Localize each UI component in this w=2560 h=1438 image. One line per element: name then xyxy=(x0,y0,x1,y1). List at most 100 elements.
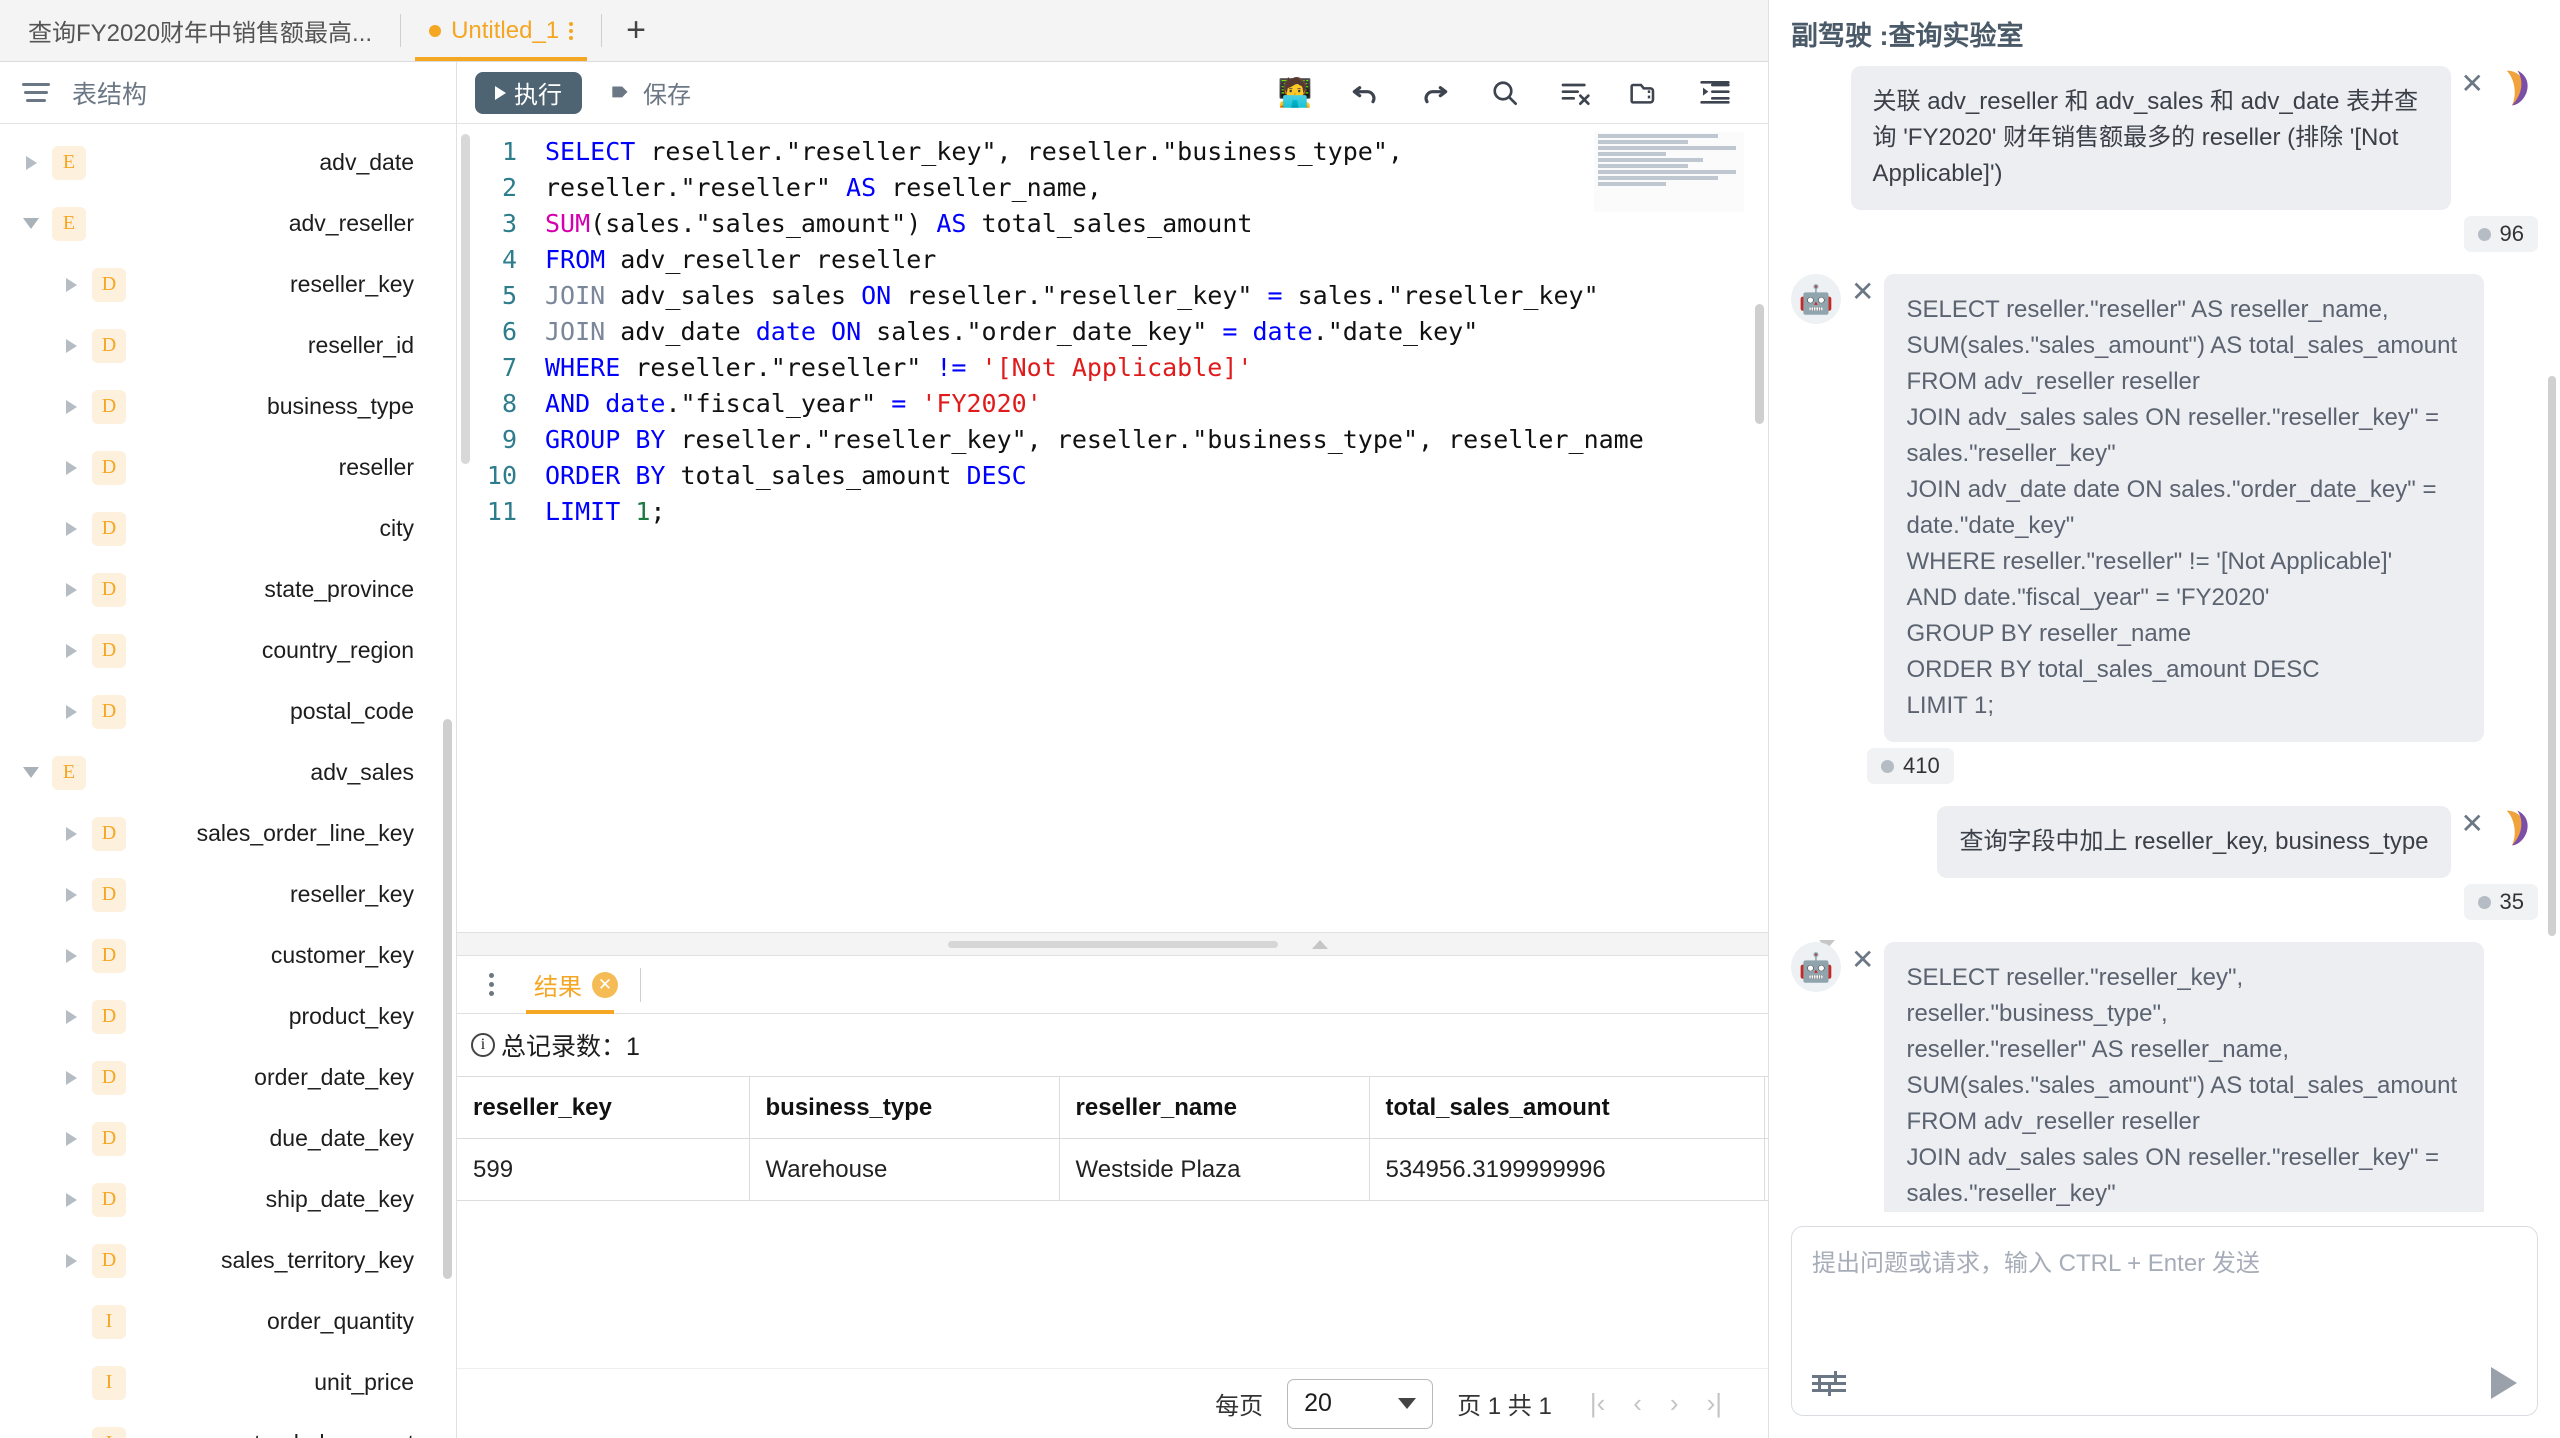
sql-code[interactable]: 1 SELECT reseller."reseller_key", reselle… xyxy=(473,124,1768,932)
tab-untitled-1[interactable]: Untitled_1 xyxy=(401,0,601,61)
undo-icon[interactable] xyxy=(1348,76,1382,110)
chat-message-list[interactable]: 关联 adv_reseller 和 adv_sales 和 adv_date 表… xyxy=(1769,66,2560,1212)
tree-node[interactable]: Dsales_order_line_key xyxy=(0,803,456,864)
chevron-right-icon[interactable] xyxy=(58,1070,84,1085)
tree-node[interactable]: Dbusiness_type xyxy=(0,376,456,437)
chevron-right-icon[interactable] xyxy=(58,826,84,841)
tree-node[interactable]: Dcountry_region xyxy=(0,620,456,681)
sql-editor[interactable]: 1 SELECT reseller."reseller_key", reselle… xyxy=(457,124,1768,932)
settings-sliders-icon[interactable] xyxy=(1812,1370,1846,1396)
chevron-right-icon[interactable] xyxy=(58,521,84,536)
table-cell: Warehouse xyxy=(749,1138,1060,1201)
tree-node[interactable]: Iorder_quantity xyxy=(0,1291,456,1352)
tree-node-label: state_province xyxy=(264,576,414,602)
chevron-right-icon[interactable] xyxy=(58,460,84,475)
tree-node[interactable]: Ddue_date_key xyxy=(0,1108,456,1169)
tab-saved-query[interactable]: 查询FY2020财年中销售额最高... xyxy=(0,0,400,61)
next-page-icon[interactable]: › xyxy=(1670,1388,1679,1419)
collapse-up-icon[interactable] xyxy=(1312,939,1328,949)
editor-vertical-scrollbar[interactable] xyxy=(1755,304,1764,424)
technologist-icon[interactable]: 🧑‍💻 xyxy=(1278,76,1313,110)
editor-column: 执行 保存 🧑‍💻 xyxy=(457,62,2226,1438)
hamburger-icon[interactable] xyxy=(22,83,50,102)
tree-node[interactable]: Dcustomer_key xyxy=(0,925,456,986)
close-icon[interactable]: ✕ xyxy=(2451,806,2494,842)
splitter-grip[interactable] xyxy=(947,940,1278,948)
editor-results-splitter[interactable] xyxy=(457,932,1835,956)
tab-results[interactable]: 结果 ✕ xyxy=(518,956,634,1014)
chevron-right-icon[interactable] xyxy=(58,1131,84,1146)
sidebar-scrollbar[interactable] xyxy=(443,719,452,1279)
editor-minimap[interactable] xyxy=(1594,132,1744,212)
run-button[interactable]: 执行 xyxy=(475,71,582,114)
tree-node[interactable]: Eadv_date xyxy=(0,132,456,193)
chevron-down-icon[interactable] xyxy=(18,218,44,229)
close-icon[interactable]: ✕ xyxy=(1841,274,1884,310)
per-page-select[interactable]: 20 xyxy=(1287,1378,1434,1429)
chevron-right-icon[interactable] xyxy=(58,1192,84,1207)
chevron-right-icon[interactable] xyxy=(58,1253,84,1268)
chevron-right-icon[interactable] xyxy=(58,887,84,902)
chevron-right-icon[interactable] xyxy=(58,643,84,658)
save-icon xyxy=(612,86,628,97)
close-icon[interactable]: ✕ xyxy=(1841,942,1884,978)
results-menu-icon[interactable] xyxy=(471,973,512,996)
tree-node[interactable]: Dreseller xyxy=(0,437,456,498)
send-icon[interactable] xyxy=(2491,1367,2517,1399)
chevron-right-icon[interactable] xyxy=(58,582,84,597)
folder-icon[interactable] xyxy=(1628,76,1662,110)
tree-node[interactable]: Iextended_amount xyxy=(0,1413,456,1438)
prev-page-icon[interactable]: ‹ xyxy=(1633,1388,1642,1419)
user-avatar-icon xyxy=(2494,66,2538,110)
column-header[interactable]: total_sales_amount xyxy=(1369,1076,1765,1139)
token-value: 96 xyxy=(2499,221,2524,246)
search-icon[interactable] xyxy=(1488,76,1522,110)
tree-node[interactable]: Iunit_price xyxy=(0,1352,456,1413)
indent-icon[interactable] xyxy=(1698,76,1732,110)
tree-node[interactable]: Dcity xyxy=(0,498,456,559)
column-header[interactable]: business_type xyxy=(749,1076,1060,1139)
column-header[interactable]: reseller_name xyxy=(1059,1076,1370,1139)
first-page-icon[interactable]: |‹ xyxy=(1590,1388,1605,1419)
new-tab-button[interactable]: + xyxy=(602,0,670,61)
tree-node[interactable]: Dproduct_key xyxy=(0,986,456,1047)
tree-node[interactable]: Dorder_date_key xyxy=(0,1047,456,1108)
chevron-right-icon[interactable] xyxy=(58,948,84,963)
chevron-right-icon[interactable] xyxy=(58,277,84,292)
chat-bubble[interactable]: 查询字段中加上 reseller_key, business_type xyxy=(1937,806,2451,878)
chat-composer[interactable]: 提出问题或请求，输入 CTRL + Enter 发送 xyxy=(1791,1226,2538,1416)
chevron-right-icon[interactable] xyxy=(18,155,44,170)
tab-menu-icon[interactable] xyxy=(569,21,574,40)
chat-bubble[interactable]: SELECT reseller."reseller" AS reseller_n… xyxy=(1884,274,2485,742)
tree-node[interactable]: Dreseller_key xyxy=(0,864,456,925)
tree-node[interactable]: Dpostal_code xyxy=(0,681,456,742)
editor-gutter-bar[interactable] xyxy=(461,134,470,464)
chat-input-placeholder[interactable]: 提出问题或请求，输入 CTRL + Enter 发送 xyxy=(1812,1243,2517,1367)
tree-node[interactable]: Dstate_province xyxy=(0,559,456,620)
chevron-down-icon[interactable] xyxy=(18,767,44,778)
tree-node[interactable]: Eadv_sales xyxy=(0,742,456,803)
editor-left-gutter xyxy=(457,124,473,932)
tree-node[interactable]: Dreseller_key xyxy=(0,254,456,315)
chevron-right-icon[interactable] xyxy=(58,704,84,719)
close-icon[interactable]: ✕ xyxy=(2451,66,2494,102)
chevron-right-icon[interactable] xyxy=(58,399,84,414)
chevron-right-icon[interactable] xyxy=(58,1009,84,1024)
tree-node[interactable]: Eadv_reseller xyxy=(0,193,456,254)
per-page-label: 每页 xyxy=(1215,1393,1264,1420)
pagination-bar: 每页 20 页 1 共 1 |‹ ‹ › ›| xyxy=(457,1368,1768,1438)
close-icon[interactable]: ✕ xyxy=(592,971,618,998)
tree-node[interactable]: Dreseller_id xyxy=(0,315,456,376)
chat-scrollbar[interactable] xyxy=(2548,376,2556,936)
save-button[interactable]: 保存 xyxy=(592,72,707,114)
chat-bubble[interactable]: SELECT reseller."reseller_key", reseller… xyxy=(1884,942,2485,1212)
column-header[interactable]: reseller_key xyxy=(457,1076,750,1139)
chat-bubble[interactable]: 关联 adv_reseller 和 adv_sales 和 adv_date 表… xyxy=(1850,66,2451,210)
schema-tree[interactable]: Eadv_date Eadv_reseller Dreseller_key Drese… xyxy=(0,124,456,1438)
clear-format-icon[interactable] xyxy=(1558,76,1592,110)
tree-node[interactable]: Dsales_territory_key xyxy=(0,1230,456,1291)
chevron-right-icon[interactable] xyxy=(58,338,84,353)
redo-icon[interactable] xyxy=(1418,76,1452,110)
tree-node[interactable]: Dship_date_key xyxy=(0,1169,456,1230)
last-page-icon[interactable]: ›| xyxy=(1707,1388,1722,1419)
